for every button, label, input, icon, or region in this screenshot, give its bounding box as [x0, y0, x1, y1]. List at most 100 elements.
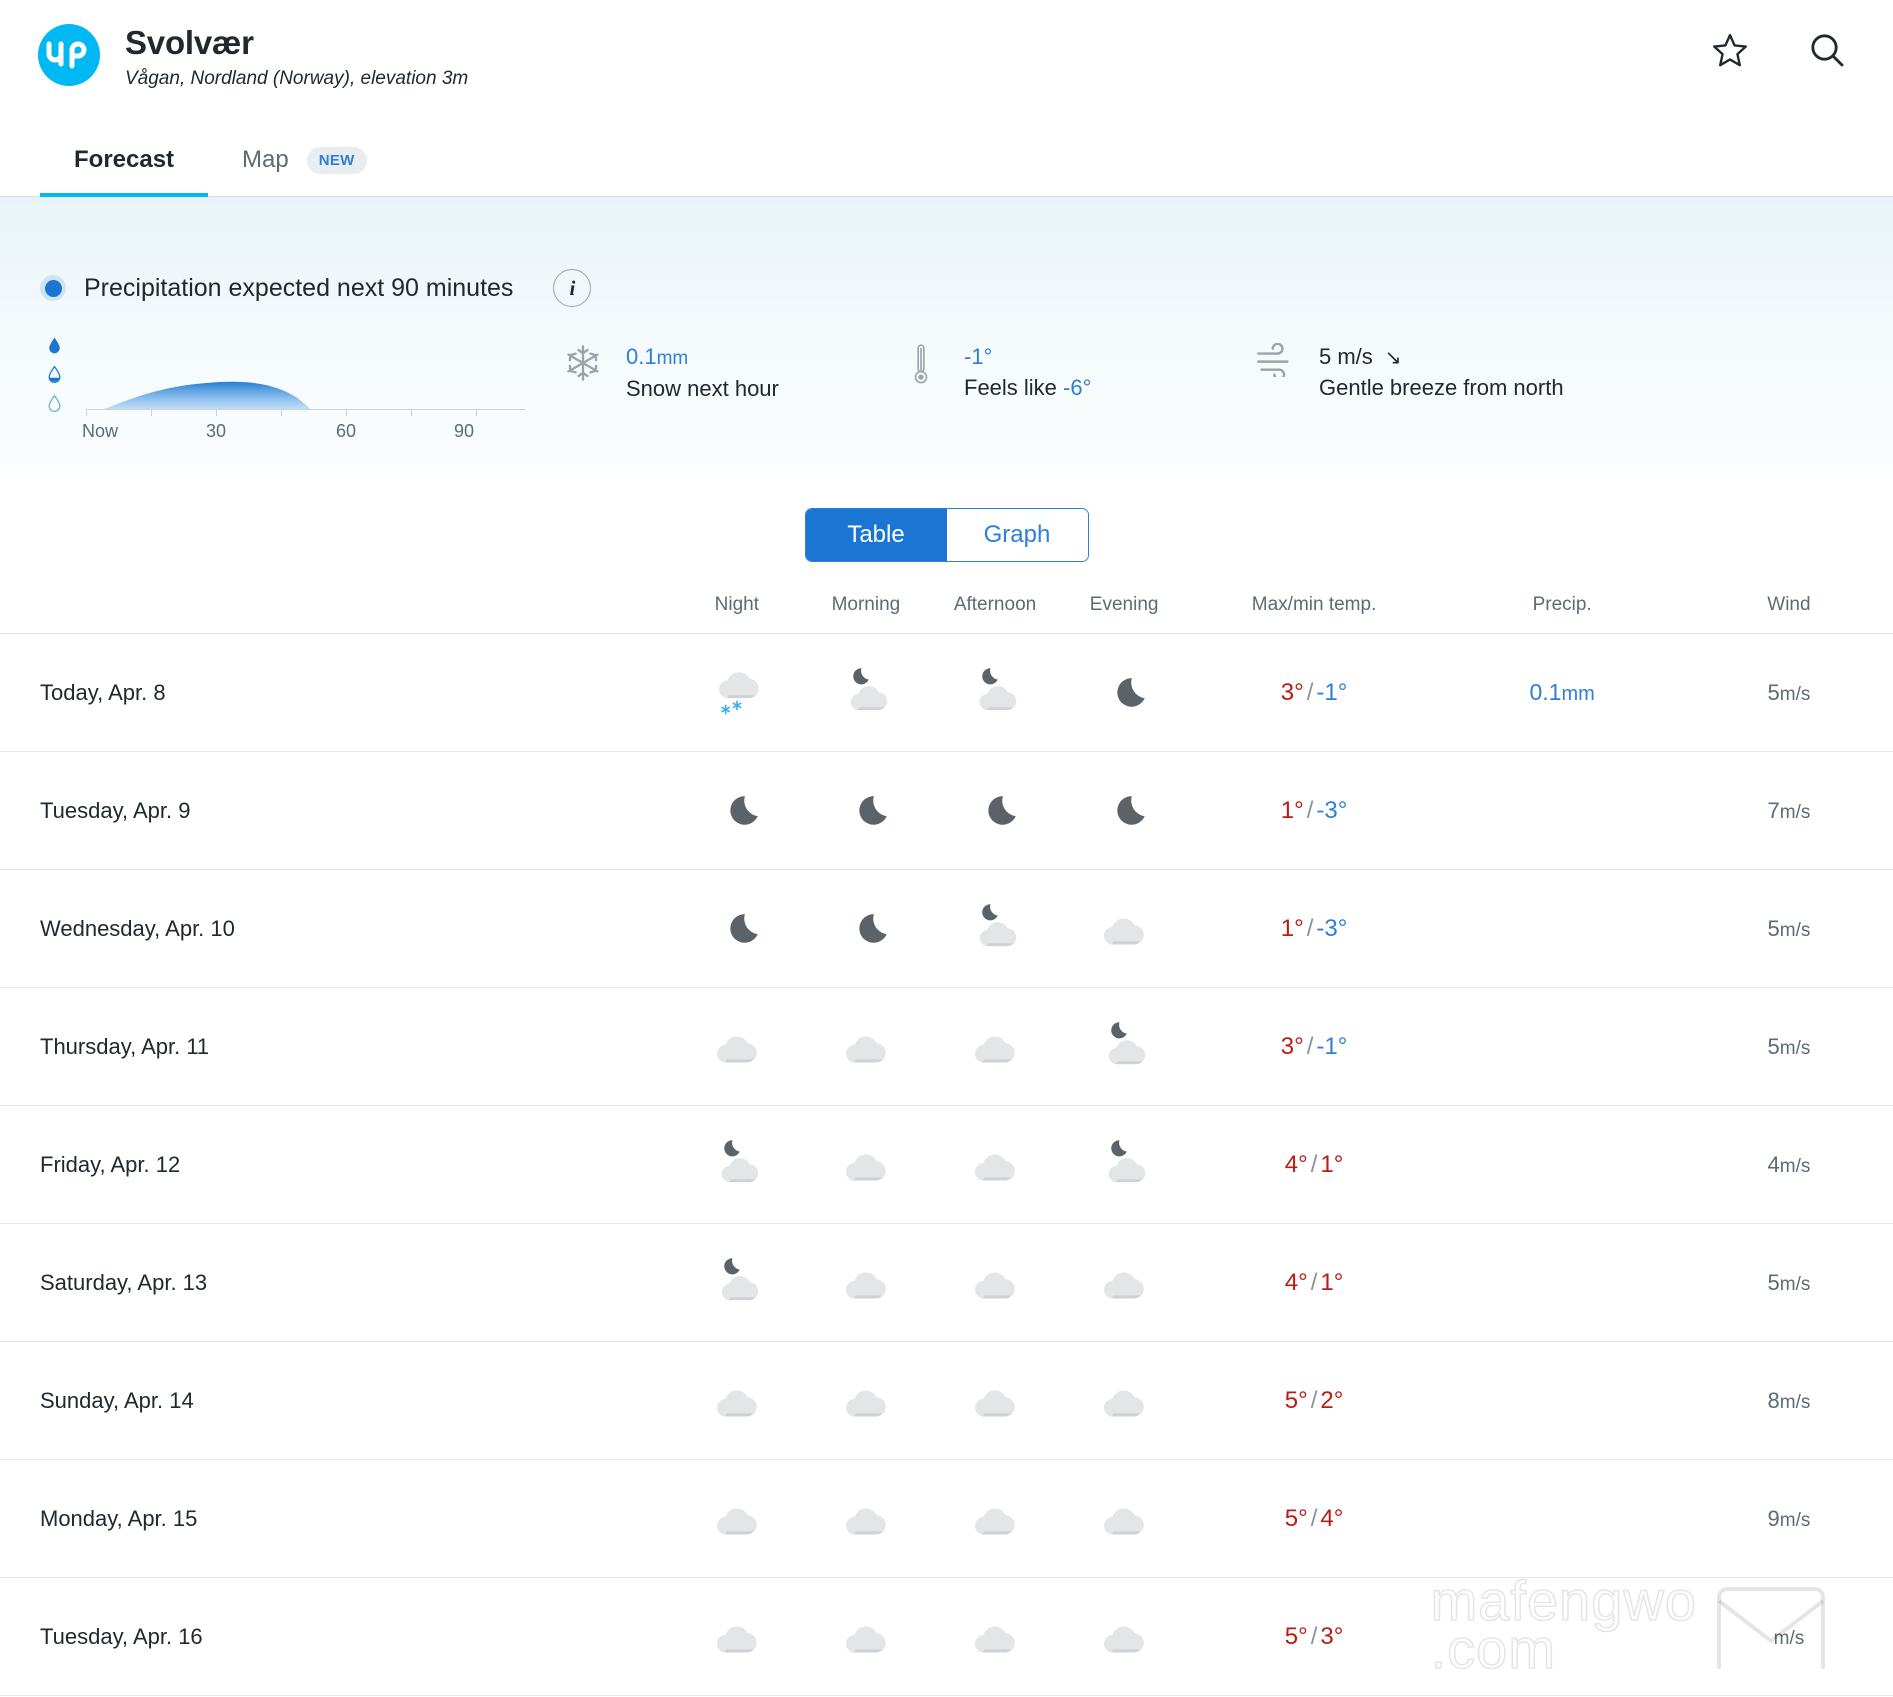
nowcast-precipitation-chart[interactable]: Now 30 60 90: [40, 337, 560, 452]
moon-icon: [801, 869, 931, 988]
row-day-label: Wednesday, Apr. 10: [0, 869, 673, 988]
cloud-icon: [801, 1223, 931, 1342]
col-header-wind: Wind: [1767, 594, 1811, 615]
location-title-block: Svolvær Vågan, Nordland (Norway), elevat…: [125, 22, 468, 91]
row-temp-max: 3°: [1280, 678, 1304, 706]
view-toggle: Table Graph: [804, 508, 1089, 562]
info-icon[interactable]: i: [553, 269, 592, 307]
row-day-label: Tuesday, Apr. 9: [0, 751, 673, 870]
header-actions: [1711, 30, 1847, 70]
snowflake-icon: [560, 341, 606, 383]
toggle-graph-button[interactable]: Graph: [946, 509, 1088, 561]
cloud-icon: [930, 1223, 1060, 1342]
table-row[interactable]: Today, Apr. 8 3° / -1° 0.1mm 5m/s: [0, 633, 1893, 752]
row-temp-max: 5°: [1284, 1386, 1308, 1414]
row-temp-min: -1°: [1316, 678, 1348, 706]
cloud-icon: [930, 1459, 1060, 1578]
cloud-snow-icon: [672, 633, 802, 752]
row-precipitation: [1439, 987, 1685, 1106]
tab-forecast[interactable]: Forecast: [40, 146, 209, 197]
page-title: Svolvær: [125, 24, 254, 61]
row-wind: m/s: [1684, 1577, 1893, 1696]
cloud-icon: [801, 987, 931, 1106]
row-temp-max: 1°: [1280, 914, 1304, 942]
feels-like-value: -6°: [1063, 375, 1092, 401]
moon-icon: [672, 869, 802, 988]
row-day-label: Monday, Apr. 15: [0, 1459, 673, 1578]
stat-wind-value: 5 m/s ↘: [1319, 344, 1402, 369]
yr-weather-page: Svolvær Vågan, Nordland (Norway), elevat…: [0, 0, 1893, 1697]
axis-tick: [281, 409, 282, 416]
row-temp-max: 1°: [1280, 796, 1304, 824]
row-day-label: Tuesday, Apr. 16: [0, 1577, 673, 1696]
axis-tick: [346, 409, 347, 416]
nowcast-body: Now 30 60 90 0.1mm Snow next hour -1° Fe…: [40, 337, 1853, 452]
tab-forecast-label: Forecast: [74, 146, 175, 173]
axis-label-60: 60: [335, 421, 357, 441]
axis-tick: [86, 409, 87, 416]
star-icon[interactable]: [1711, 31, 1749, 69]
row-temp-min: -3°: [1316, 796, 1348, 824]
cloud-icon: [1059, 1459, 1189, 1578]
forecast-table: Night Morning Afternoon Evening Max/min …: [0, 594, 1893, 1696]
yr-logo[interactable]: [38, 24, 100, 86]
stat-snow-value: 0.1mm: [626, 344, 689, 369]
search-icon[interactable]: [1807, 30, 1847, 70]
row-wind: 5m/s: [1684, 633, 1893, 752]
moon-cloud-icon: [1059, 987, 1189, 1106]
table-row[interactable]: Tuesday, Apr. 16 5°/3° m/s: [0, 1577, 1893, 1696]
row-temp-min: -1°: [1316, 1032, 1348, 1060]
precipitation-status-dot-icon: [40, 275, 66, 301]
row-precipitation: [1439, 869, 1685, 988]
stat-snow-label: Snow next hour: [626, 375, 779, 401]
row-temperature: 4°/1°: [1188, 1105, 1440, 1224]
cloud-icon: [1059, 1577, 1189, 1696]
table-header-row: Night Morning Afternoon Evening Max/min …: [0, 594, 1893, 634]
nowcast-headline-row: Precipitation expected next 90 minutes i: [40, 197, 1853, 307]
table-row[interactable]: Sunday, Apr. 14 5°/2° 8m/s: [0, 1341, 1893, 1460]
table-row[interactable]: Monday, Apr. 15 5°/4° 9m/s: [0, 1459, 1893, 1578]
row-temperature: 3° / -1°: [1188, 987, 1440, 1106]
nowcast-headline: Precipitation expected next 90 minutes: [84, 273, 514, 302]
table-row[interactable]: Friday, Apr. 12 4°/1° 4m/s: [0, 1105, 1893, 1224]
row-temp-min: 3°: [1320, 1622, 1344, 1650]
row-temp-min: 2°: [1320, 1386, 1344, 1414]
tab-map[interactable]: Map NEW: [208, 146, 401, 196]
chart-x-axis: [86, 409, 526, 410]
light-drop-icon: [48, 394, 61, 417]
stat-snow: 0.1mm Snow next hour: [560, 341, 898, 404]
axis-tick: [216, 409, 217, 416]
table-row[interactable]: Tuesday, Apr. 9 1° / -3° 7m/s: [0, 751, 1893, 870]
axis-label-now: Now: [81, 421, 119, 441]
moon-cloud-icon: [930, 869, 1060, 988]
axis-tick: [151, 409, 152, 416]
row-temperature: 1° / -3°: [1188, 869, 1440, 988]
toggle-table-button[interactable]: Table: [805, 509, 947, 561]
row-precipitation: [1439, 1577, 1685, 1696]
table-row[interactable]: Saturday, Apr. 13 4°/1° 5m/s: [0, 1223, 1893, 1342]
row-temp-max: 3°: [1280, 1032, 1304, 1060]
cloud-icon: [672, 1341, 802, 1460]
wind-direction-arrow-icon: ↘: [1384, 347, 1402, 369]
row-wind: 5m/s: [1684, 987, 1893, 1106]
axis-tick: [476, 409, 477, 416]
col-header-morning: Morning: [831, 594, 901, 615]
moon-cloud-icon: [672, 1223, 802, 1342]
row-wind: 5m/s: [1684, 1223, 1893, 1342]
row-temp-max: 5°: [1284, 1622, 1308, 1650]
row-wind: 7m/s: [1684, 751, 1893, 870]
table-row[interactable]: Thursday, Apr. 11 3° / -1° 5m/s: [0, 987, 1893, 1106]
cloud-icon: [1059, 1223, 1189, 1342]
nowcast-banner: Precipitation expected next 90 minutes i: [0, 197, 1893, 472]
row-temperature: 5°/4°: [1188, 1459, 1440, 1578]
table-row[interactable]: Wednesday, Apr. 10 1° / -3° 5m/s: [0, 869, 1893, 988]
row-precipitation: [1439, 1341, 1685, 1460]
cloud-icon: [1059, 1341, 1189, 1460]
stat-temperature-value: -1°: [964, 344, 993, 369]
cloud-icon: [672, 1577, 802, 1696]
stat-wind-lines: 5 m/s ↘ Gentle breeze from north: [1319, 341, 1564, 404]
row-wind: 4m/s: [1684, 1105, 1893, 1224]
stat-wind-label: Gentle breeze from north: [1319, 375, 1564, 401]
stat-temperature-lines: -1° Feels like -6°: [964, 341, 1091, 403]
row-wind: 9m/s: [1684, 1459, 1893, 1578]
